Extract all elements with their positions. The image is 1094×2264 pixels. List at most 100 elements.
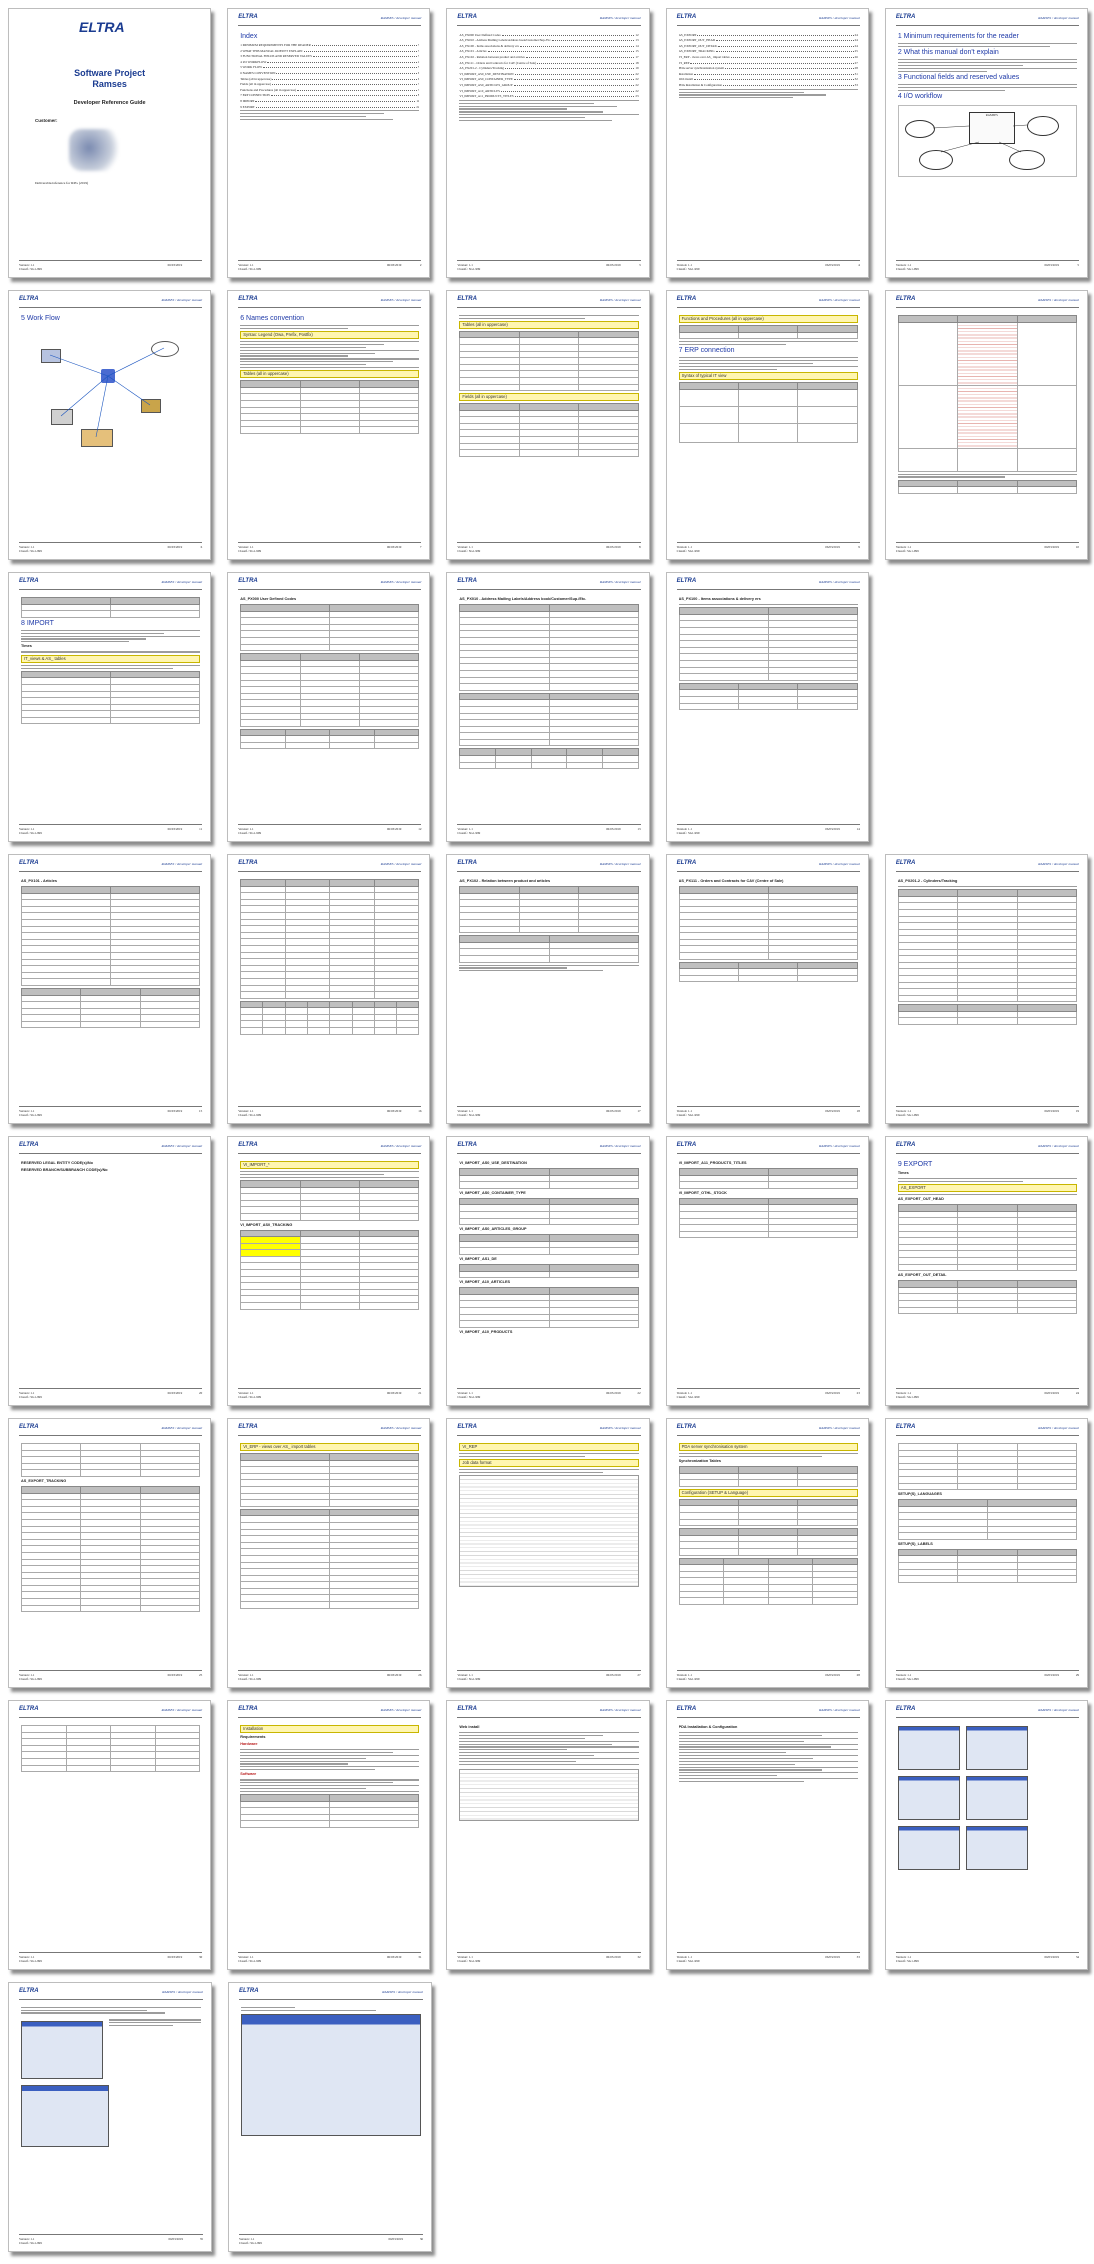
data-table [459, 935, 639, 963]
page-row-1: ELTRA Software Project Ramses Developer … [8, 8, 1089, 278]
page-px010[interactable]: ELTRA RAMSES / developer manual AS_PX010 … [446, 572, 650, 842]
page-setup-languages[interactable]: ELTRA RAMSES / developer manual SETUP(S)_… [884, 1418, 1089, 1688]
toc-entry[interactable]: PDA Installation & Configuration 33 [679, 83, 858, 87]
page-labels-cont[interactable]: ELTRA RAMSES / developer manual Version: … [8, 1700, 212, 1970]
data-table [678, 682, 858, 711]
page-row-8: ELTRA RAMSES / developer manual Version: … [8, 1982, 1088, 2252]
section-heading: 9 EXPORT [897, 1161, 933, 1168]
data-table [240, 380, 420, 434]
toc-entry[interactable]: VI_IMPORT_A11_PRODUCTS_TITLES 23 [459, 94, 638, 98]
toc-entry[interactable]: AS_EXPORT_TRACKING 25 [679, 49, 858, 53]
toc-entry[interactable]: AS_PX010 - Address Mailing Labels/Addres… [459, 38, 638, 42]
page-reserved-codes[interactable]: ELTRA RAMSES / developer manual RESERVED … [8, 1136, 212, 1406]
page-px102[interactable]: ELTRA RAMSES / developer manual AS_PX102 … [446, 854, 650, 1124]
toc-entry[interactable]: 7 ERP CONNECTION 8 [240, 93, 419, 97]
cover-footnote: Deliverable/reference for RPG (2019) [35, 181, 89, 185]
toc-entry[interactable]: Installation 31 [679, 72, 858, 76]
page-px101[interactable]: ELTRA RAMSES / developer manual AS_PX101 … [8, 854, 212, 1124]
customer-logo-blurred [69, 129, 119, 171]
data-table [897, 1204, 1078, 1272]
page-pda-sync[interactable]: ELTRA RAMSES / developer manual PDA serve… [665, 1418, 869, 1688]
syntax-legend-box: Syntax: Legend (Owa, Prefix, Postfix) [240, 331, 420, 340]
toc-entry[interactable]: VI_ERP - views over AS_ import tables 26 [679, 55, 858, 59]
logo: ELTRA [79, 20, 139, 45]
toc-entry[interactable]: VI_IMPORT_AS0_CONTAINER_TYPE 22 [459, 77, 638, 81]
page-installation[interactable]: ELTRA RAMSES / developer manual Installat… [227, 1700, 431, 1970]
section-heading: 5 Work Flow [21, 315, 60, 322]
page-requirements[interactable]: ELTRA RAMSES / developer manual 1 Minimum… [884, 8, 1089, 278]
toc-entry[interactable]: 6 NAMES CONVENTION 6 [240, 71, 419, 75]
toc-entry[interactable]: AS_PX100 - Items associations & delivery… [459, 44, 638, 48]
toc-entry[interactable]: 3 FUNCTIONAL FIELDS AND RESERVED VALUES 3 [240, 54, 419, 58]
page-px201[interactable]: ELTRA RAMSES / developer manual AS_PX201-… [884, 854, 1089, 1124]
page-export[interactable]: ELTRA RAMSES / developer manual 9 EXPORT … [884, 1136, 1089, 1406]
screenshot-image [965, 1826, 1028, 1870]
page-vi-import-2[interactable]: ELTRA RAMSES / developer manual VI_IMPORT… [446, 1136, 650, 1406]
page-cover[interactable]: ELTRA Software Project Ramses Developer … [8, 8, 212, 278]
toc-entry[interactable]: VI_IMPORT_AS0_ARTICLES_GROUP 22 [459, 83, 638, 87]
page-web-install[interactable]: ELTRA RAMSES / developer manual Web insta… [446, 1700, 650, 1970]
page-index[interactable]: ELTRA RAMSES / developer manual Index 1 M… [227, 8, 431, 278]
data-table [459, 1168, 639, 1189]
toc-entry[interactable]: 1 MINIMUM REQUIREMENTS FOR THE READER 3 [240, 43, 419, 47]
data-table [678, 1557, 858, 1605]
data-table [240, 1229, 420, 1310]
toc-entry[interactable]: Functions and Procedures (all in upperca… [240, 88, 419, 92]
page-index-cont[interactable]: ELTRA RAMSES / developer manual AS_PX000 … [446, 8, 650, 278]
page-px100[interactable]: ELTRA RAMSES / developer manual AS_PX100 … [665, 572, 869, 842]
toc-entry[interactable]: 9 EXPORT 24 [240, 105, 419, 109]
data-table [240, 728, 420, 750]
section-heading: 1 Minimum requirements for the reader [897, 33, 1019, 40]
toc-entry[interactable]: VI_IMPORT_A10_ARTICLES 22 [459, 89, 638, 93]
data-table [678, 1528, 858, 1556]
data-table [21, 597, 201, 618]
toc-entry[interactable]: AS_PX102 - Relation between product and … [459, 55, 638, 59]
index-title: Index [240, 33, 258, 40]
toc-entry[interactable]: 5 WORK FLOW 5 [240, 65, 419, 69]
page-pda-install[interactable]: ELTRA RAMSES / developer manual PDA Insta… [665, 1700, 869, 1970]
toc-entry[interactable]: AS_PX201-2 - Cylinders/Tracking 19 [459, 66, 638, 70]
toc-entry[interactable]: AS_EXPORT_OUT_HEAD 24 [679, 38, 858, 42]
toc-entry[interactable]: Fields (all in uppercase) 7 [240, 82, 419, 86]
toc-entry[interactable]: AS_EXPORT_OUT_DETAIL 24 [679, 44, 858, 48]
toc-entry[interactable]: Tables (all in uppercase) 6 [240, 77, 419, 81]
data-table [240, 1508, 420, 1609]
page-vi-rep[interactable]: ELTRA RAMSES / developer manual VI_REP Jo… [446, 1418, 650, 1688]
data-table [897, 479, 1078, 494]
page-config-screens[interactable]: ELTRA RAMSES / developer manual Version: … [8, 1982, 212, 2252]
toc-entry[interactable]: AS_PX000 User Defined Codes 12 [459, 33, 638, 37]
page-vi-import[interactable]: ELTRA RAMSES / developer manual VI_IMPORT… [227, 1136, 431, 1406]
io-workflow-diagram: RAMSES [897, 104, 1078, 177]
page-vi-import-3[interactable]: ELTRA RAMSES / developer manual VI_IMPORT… [665, 1136, 869, 1406]
page-export-tracking[interactable]: ELTRA RAMSES / developer manual AS_EXPORT… [8, 1418, 212, 1688]
customer-label: Customer: [35, 118, 58, 123]
page-px111[interactable]: ELTRA RAMSES / developer manual AS_PX111 … [665, 854, 869, 1124]
page-workflow[interactable]: ELTRA RAMSES / developer manual 5 Work Fl… [8, 290, 212, 560]
page-tables-fields[interactable]: ELTRA RAMSES / developer manual Tables (a… [446, 290, 650, 560]
cover-title-line1: Software Project [74, 68, 146, 78]
toc-entry[interactable]: 8 IMPORT 11 [240, 99, 419, 103]
page-px101-cont[interactable]: ELTRA RAMSES / developer manual Version: … [227, 854, 431, 1124]
toc-entry[interactable]: AS_PX111 - Orders and Contracts for CAV … [459, 61, 638, 65]
toc-entry[interactable]: VI_REP 27 [679, 61, 858, 65]
page-import[interactable]: ELTRA RAMSES / developer manual 8 IMPORT … [8, 572, 212, 842]
screenshot-image [897, 1776, 960, 1820]
page-vi-erp[interactable]: ELTRA RAMSES / developer manual VI_ERP - … [227, 1418, 431, 1688]
data-table [459, 886, 639, 934]
toc-entry[interactable]: Web install 32 [679, 77, 858, 81]
toc-entry[interactable]: PDA server synchronisation system 28 [679, 66, 858, 70]
page-config-main[interactable]: ELTRA RAMSES / developer manual Version: … [228, 1982, 432, 2252]
toc-entry[interactable]: 4 I/O WORKFLOW 4 [240, 60, 419, 64]
toc-entry[interactable]: VI_IMPORT_AS0_USE_DESTINATION 22 [459, 72, 638, 76]
page-px000[interactable]: ELTRA RAMSES / developer manual AS_PX000 … [227, 572, 431, 842]
data-table [459, 403, 639, 457]
toc-entry[interactable]: AS_PX101 - Articles 15 [459, 49, 638, 53]
page-index-cont2[interactable]: ELTRA RAMSES / developer manual AS_EXPORT… [665, 8, 869, 278]
page-names-convention[interactable]: ELTRA RAMSES / developer manual 6 Names c… [227, 290, 431, 560]
page-row-6: ELTRA RAMSES / developer manual AS_EXPORT… [8, 1418, 1089, 1688]
page-erp-connection[interactable]: ELTRA RAMSES / developer manual Functions… [665, 290, 869, 560]
toc-entry[interactable]: AS_EXPORT 24 [679, 33, 858, 37]
page-code-listing[interactable]: ELTRA RAMSES / developer manual Version: … [884, 290, 1089, 560]
toc-entry[interactable]: 2 WHAT THIS MANUAL DOESN'T EXPLAIN 3 [240, 49, 419, 53]
page-screenshots[interactable]: ELTRA RAMSES / developer manual Version: … [884, 1700, 1089, 1970]
